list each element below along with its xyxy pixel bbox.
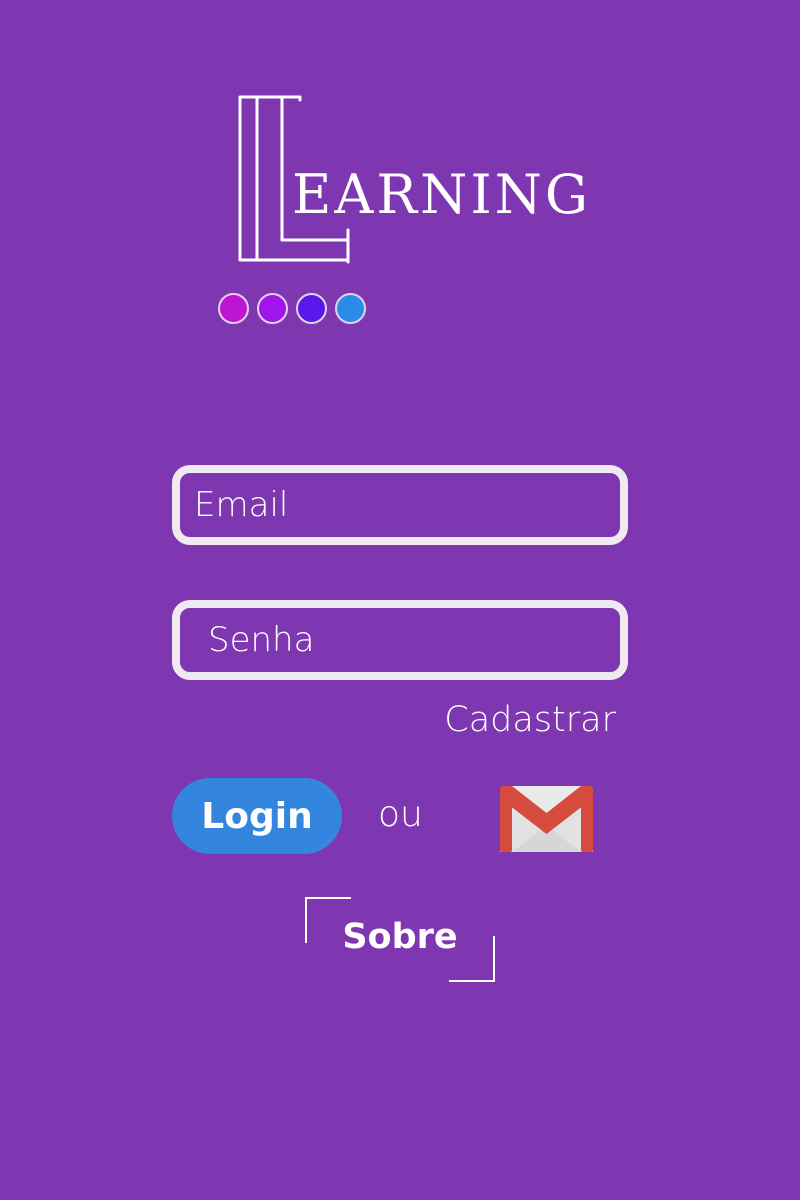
gmail-icon: [500, 786, 593, 852]
or-separator: ou: [378, 794, 423, 835]
password-field[interactable]: [172, 600, 628, 680]
dot-indigo: [296, 293, 327, 324]
color-dots: [218, 293, 366, 324]
about-button[interactable]: Sobre: [305, 897, 495, 982]
email-input[interactable]: [180, 473, 620, 537]
gmail-login-button[interactable]: [500, 786, 593, 852]
about-label: Sobre: [342, 917, 458, 957]
dot-purple: [257, 293, 288, 324]
dot-magenta: [218, 293, 249, 324]
register-link[interactable]: Cadastrar: [444, 700, 616, 740]
app-logo: EARNING: [230, 90, 588, 270]
password-input[interactable]: [180, 608, 620, 672]
logo-wordmark: EARNING: [292, 163, 592, 226]
email-field[interactable]: [172, 465, 628, 545]
login-button[interactable]: Login: [172, 778, 342, 854]
dot-blue: [335, 293, 366, 324]
